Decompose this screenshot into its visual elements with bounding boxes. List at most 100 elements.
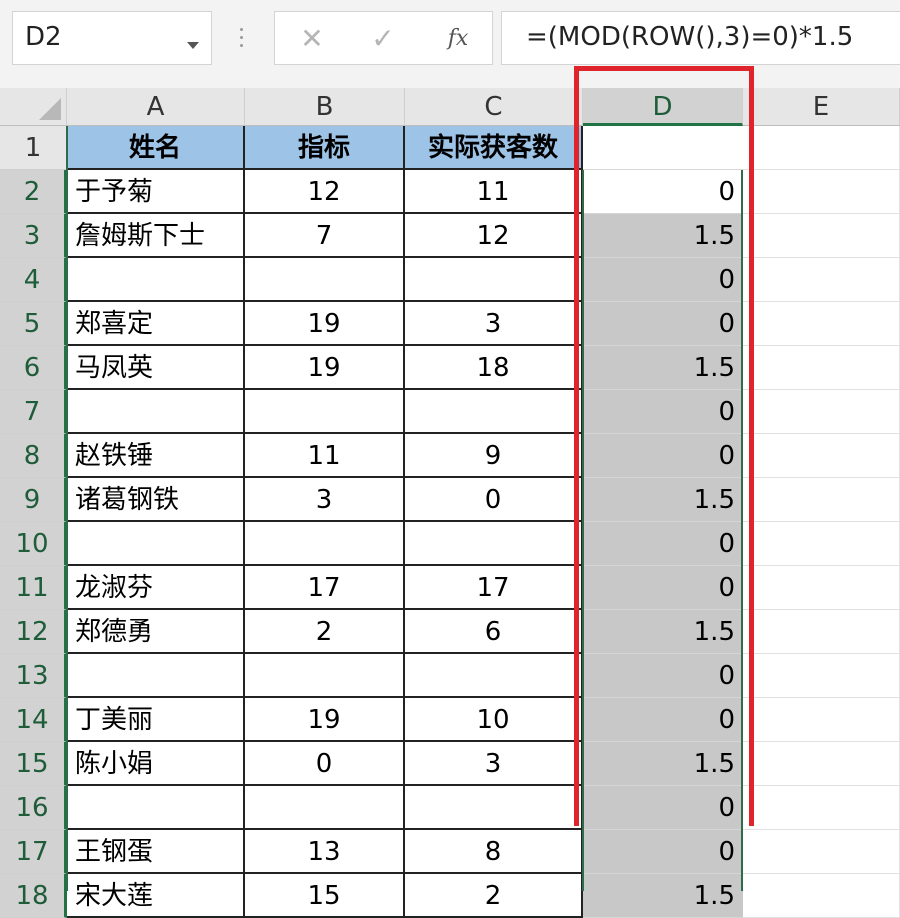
row-header[interactable]: 12 [0,610,67,654]
cell-e[interactable] [743,258,900,302]
cell-d[interactable]: 1.5 [583,346,743,390]
cell-target[interactable]: 17 [245,566,405,610]
cell-actual[interactable]: 6 [405,610,583,654]
cell-e[interactable] [743,434,900,478]
cell-target[interactable] [245,390,405,434]
cell-target[interactable]: 15 [245,874,405,918]
cell-actual[interactable]: 11 [405,170,583,214]
row-header[interactable]: 14 [0,698,67,742]
row-header[interactable]: 4 [0,258,67,302]
cell-target[interactable]: 19 [245,346,405,390]
cell-actual[interactable]: 9 [405,434,583,478]
row-header[interactable]: 17 [0,830,67,874]
cell-target[interactable] [245,786,405,830]
cell-name[interactable] [67,654,245,698]
cell-d[interactable]: 0 [583,390,743,434]
cell-d[interactable]: 0 [583,258,743,302]
row-header[interactable]: 2 [0,170,67,214]
cell-actual[interactable]: 8 [405,830,583,874]
cell-name[interactable]: 郑德勇 [67,610,245,654]
cell-actual[interactable]: 3 [405,742,583,786]
cell-e[interactable] [743,214,900,258]
cell-actual[interactable]: 3 [405,302,583,346]
cell-target[interactable]: 2 [245,610,405,654]
cell-actual[interactable]: 10 [405,698,583,742]
cell-e[interactable] [743,786,900,830]
row-header[interactable]: 11 [0,566,67,610]
cell-target[interactable]: 0 [245,742,405,786]
cell-target[interactable] [245,258,405,302]
cell-name[interactable]: 诸葛钢铁 [67,478,245,522]
cell-actual[interactable] [405,258,583,302]
header-cell-actual[interactable]: 实际获客数 [405,126,583,170]
cell-e[interactable] [743,830,900,874]
cell-actual[interactable]: 0 [405,478,583,522]
cell-target[interactable]: 19 [245,302,405,346]
cell-name[interactable]: 郑喜定 [67,302,245,346]
cell-actual[interactable] [405,786,583,830]
cell-name[interactable] [67,390,245,434]
insert-function-icon[interactable]: fx [439,19,477,59]
cell-e[interactable] [743,170,900,214]
column-header-a[interactable]: A [67,88,245,126]
row-header[interactable]: 8 [0,434,67,478]
name-box[interactable]: D2 [12,11,212,65]
row-header[interactable]: 16 [0,786,67,830]
cell-name[interactable]: 宋大莲 [67,874,245,918]
cell-e[interactable] [743,478,900,522]
cell-target[interactable]: 7 [245,214,405,258]
cell-name[interactable]: 詹姆斯下士 [67,214,245,258]
column-header-e[interactable]: E [743,88,900,126]
cell-target[interactable]: 13 [245,830,405,874]
row-header[interactable]: 18 [0,874,67,918]
cell-e[interactable] [743,874,900,918]
cell-name[interactable]: 陈小娟 [67,742,245,786]
cell-target[interactable]: 12 [245,170,405,214]
row-header[interactable]: 10 [0,522,67,566]
cell-name[interactable]: 赵铁锤 [67,434,245,478]
cell-e[interactable] [743,610,900,654]
cell-actual[interactable] [405,390,583,434]
cell-d[interactable]: 1.5 [583,478,743,522]
column-header-b[interactable]: B [245,88,405,126]
cell-e[interactable] [743,698,900,742]
cell-d[interactable]: 1.5 [583,742,743,786]
cell-d[interactable]: 0 [583,654,743,698]
cell-e[interactable] [743,346,900,390]
cancel-icon[interactable]: ✕ [297,19,327,59]
row-header[interactable]: 15 [0,742,67,786]
cell-name[interactable] [67,258,245,302]
cell-e[interactable] [743,302,900,346]
cell-target[interactable] [245,654,405,698]
cell-e[interactable] [743,566,900,610]
cell-e[interactable] [743,390,900,434]
cell-name[interactable] [67,786,245,830]
cell-name[interactable] [67,522,245,566]
cell-d[interactable]: 1.5 [583,214,743,258]
row-header[interactable]: 1 [0,126,67,170]
cell-e[interactable] [743,522,900,566]
header-cell-d[interactable] [583,126,743,170]
enter-icon[interactable]: ✓ [367,19,399,59]
cell-d[interactable]: 0 [583,698,743,742]
cell-name[interactable]: 王钢蛋 [67,830,245,874]
cell-d[interactable]: 0 [583,566,743,610]
cell-actual[interactable]: 2 [405,874,583,918]
cell-target[interactable]: 11 [245,434,405,478]
cell-actual[interactable]: 18 [405,346,583,390]
row-header[interactable]: 13 [0,654,67,698]
cell-actual[interactable] [405,654,583,698]
cell-d[interactable]: 0 [583,302,743,346]
row-header[interactable]: 9 [0,478,67,522]
cell-name[interactable]: 马凤英 [67,346,245,390]
header-cell-name[interactable]: 姓名 [67,126,245,170]
header-cell-target[interactable]: 指标 [245,126,405,170]
row-header[interactable]: 3 [0,214,67,258]
cell-actual[interactable]: 12 [405,214,583,258]
cell-e[interactable] [743,126,900,170]
cell-actual[interactable]: 17 [405,566,583,610]
column-header-c[interactable]: C [405,88,583,126]
cell-e[interactable] [743,654,900,698]
cell-d[interactable]: 0 [583,434,743,478]
cell-d[interactable]: 1.5 [583,610,743,654]
